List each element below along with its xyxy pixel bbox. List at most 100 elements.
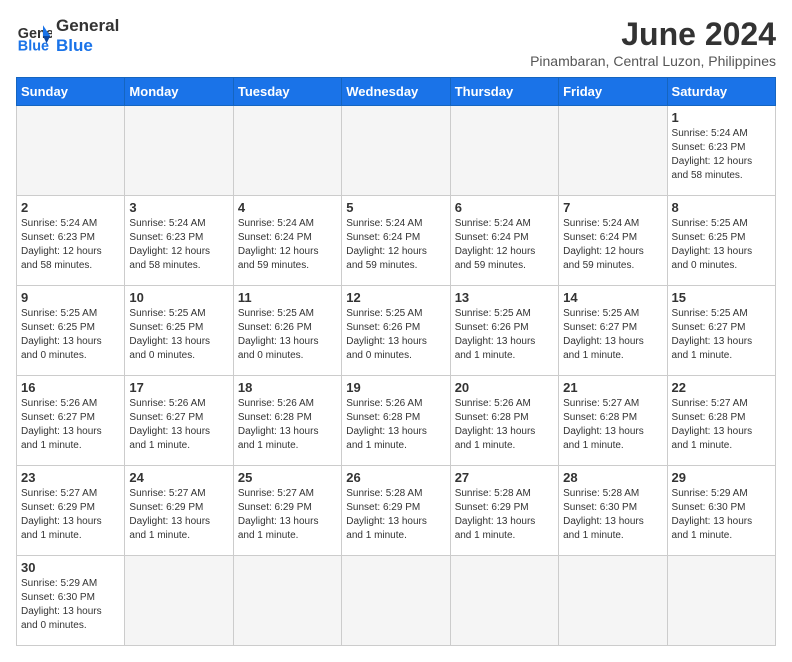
day-info: Sunrise: 5:29 AM Sunset: 6:30 PM Dayligh…	[21, 577, 120, 633]
calendar-day-cell	[559, 556, 667, 646]
day-number: 3	[129, 200, 228, 215]
day-info: Sunrise: 5:24 AM Sunset: 6:24 PM Dayligh…	[455, 217, 554, 273]
day-number: 14	[563, 290, 662, 305]
calendar-day-cell: 5Sunrise: 5:24 AM Sunset: 6:24 PM Daylig…	[342, 196, 450, 286]
calendar-day-cell: 26 Sunrise: 5:28 AM Sunset: 6:29 PM Dayli…	[342, 466, 450, 556]
calendar-day-cell: 18Sunrise: 5:26 AM Sunset: 6:28 PM Dayli…	[233, 376, 341, 466]
day-number: 2	[21, 200, 120, 215]
day-number: 24	[129, 470, 228, 485]
day-info: Sunrise: 5:27 AM Sunset: 6:29 PM Dayligh…	[129, 487, 228, 543]
calendar-week-row: 16 Sunrise: 5:26 AM Sunset: 6:27 PM Dayli…	[17, 376, 776, 466]
calendar-day-cell	[559, 106, 667, 196]
title-area: June 2024 Pinambaran, Central Luzon, Phi…	[530, 16, 776, 69]
calendar-day-cell: 7Sunrise: 5:24 AM Sunset: 6:24 PM Daylig…	[559, 196, 667, 286]
day-number: 17	[129, 380, 228, 395]
calendar-day-cell: 14Sunrise: 5:25 AM Sunset: 6:27 PM Dayli…	[559, 286, 667, 376]
day-info: Sunrise: 5:26 AM Sunset: 6:27 PM Dayligh…	[129, 397, 228, 453]
calendar-day-cell: 2 Sunrise: 5:24 AM Sunset: 6:23 PM Daylig…	[17, 196, 125, 286]
day-info: Sunrise: 5:25 AM Sunset: 6:26 PM Dayligh…	[455, 307, 554, 363]
day-info: Sunrise: 5:24 AM Sunset: 6:23 PM Dayligh…	[672, 127, 771, 183]
calendar-week-row: 23 Sunrise: 5:27 AM Sunset: 6:29 PM Dayli…	[17, 466, 776, 556]
day-number: 5	[346, 200, 445, 215]
calendar-day-cell	[17, 106, 125, 196]
logo-general-text: General	[56, 16, 119, 36]
calendar-day-cell: 30 Sunrise: 5:29 AM Sunset: 6:30 PM Dayli…	[17, 556, 125, 646]
day-number: 7	[563, 200, 662, 215]
logo-blue-text: Blue	[56, 36, 119, 56]
day-number: 12	[346, 290, 445, 305]
day-info: Sunrise: 5:25 AM Sunset: 6:25 PM Dayligh…	[21, 307, 120, 363]
day-number: 6	[455, 200, 554, 215]
day-info: Sunrise: 5:25 AM Sunset: 6:27 PM Dayligh…	[672, 307, 771, 363]
day-info: Sunrise: 5:24 AM Sunset: 6:23 PM Dayligh…	[21, 217, 120, 273]
day-number: 11	[238, 290, 337, 305]
day-info: Sunrise: 5:25 AM Sunset: 6:26 PM Dayligh…	[238, 307, 337, 363]
calendar-day-cell: 25Sunrise: 5:27 AM Sunset: 6:29 PM Dayli…	[233, 466, 341, 556]
calendar-day-cell: 1 Sunrise: 5:24 AM Sunset: 6:23 PM Daylig…	[667, 106, 775, 196]
day-info: Sunrise: 5:26 AM Sunset: 6:27 PM Dayligh…	[21, 397, 120, 453]
day-number: 19	[346, 380, 445, 395]
day-info: Sunrise: 5:28 AM Sunset: 6:29 PM Dayligh…	[455, 487, 554, 543]
day-info: Sunrise: 5:28 AM Sunset: 6:29 PM Dayligh…	[346, 487, 445, 543]
day-info: Sunrise: 5:27 AM Sunset: 6:29 PM Dayligh…	[238, 487, 337, 543]
calendar-day-cell	[233, 106, 341, 196]
header: General Blue General Blue June 2024 Pina…	[16, 16, 776, 69]
calendar-day-cell: 8Sunrise: 5:25 AM Sunset: 6:25 PM Daylig…	[667, 196, 775, 286]
calendar-day-cell: 22 Sunrise: 5:27 AM Sunset: 6:28 PM Dayli…	[667, 376, 775, 466]
calendar-day-cell	[342, 106, 450, 196]
logo: General Blue General Blue	[16, 16, 119, 57]
calendar-day-cell	[450, 106, 558, 196]
weekday-header-friday: Friday	[559, 78, 667, 106]
calendar-day-cell: 20Sunrise: 5:26 AM Sunset: 6:28 PM Dayli…	[450, 376, 558, 466]
calendar-week-row: 9 Sunrise: 5:25 AM Sunset: 6:25 PM Daylig…	[17, 286, 776, 376]
calendar-day-cell	[342, 556, 450, 646]
day-number: 16	[21, 380, 120, 395]
day-number: 26	[346, 470, 445, 485]
calendar-day-cell: 15Sunrise: 5:25 AM Sunset: 6:27 PM Dayli…	[667, 286, 775, 376]
day-info: Sunrise: 5:26 AM Sunset: 6:28 PM Dayligh…	[346, 397, 445, 453]
calendar-day-cell	[233, 556, 341, 646]
day-number: 28	[563, 470, 662, 485]
calendar-day-cell: 6 Sunrise: 5:24 AM Sunset: 6:24 PM Daylig…	[450, 196, 558, 286]
weekday-header-thursday: Thursday	[450, 78, 558, 106]
day-number: 10	[129, 290, 228, 305]
day-number: 1	[672, 110, 771, 125]
day-info: Sunrise: 5:27 AM Sunset: 6:28 PM Dayligh…	[672, 397, 771, 453]
day-info: Sunrise: 5:25 AM Sunset: 6:26 PM Dayligh…	[346, 307, 445, 363]
calendar-day-cell: 10 Sunrise: 5:25 AM Sunset: 6:25 PM Dayli…	[125, 286, 233, 376]
calendar-day-cell: 16 Sunrise: 5:26 AM Sunset: 6:27 PM Dayli…	[17, 376, 125, 466]
day-info: Sunrise: 5:27 AM Sunset: 6:29 PM Dayligh…	[21, 487, 120, 543]
day-number: 23	[21, 470, 120, 485]
day-info: Sunrise: 5:29 AM Sunset: 6:30 PM Dayligh…	[672, 487, 771, 543]
calendar-day-cell: 29Sunrise: 5:29 AM Sunset: 6:30 PM Dayli…	[667, 466, 775, 556]
calendar-day-cell: 3 Sunrise: 5:24 AM Sunset: 6:23 PM Daylig…	[125, 196, 233, 286]
calendar-day-cell: 23 Sunrise: 5:27 AM Sunset: 6:29 PM Dayli…	[17, 466, 125, 556]
calendar-day-cell: 28Sunrise: 5:28 AM Sunset: 6:30 PM Dayli…	[559, 466, 667, 556]
calendar-day-cell	[450, 556, 558, 646]
calendar-subtitle: Pinambaran, Central Luzon, Philippines	[530, 53, 776, 69]
calendar-day-cell: 12 Sunrise: 5:25 AM Sunset: 6:26 PM Dayli…	[342, 286, 450, 376]
calendar-day-cell: 17 Sunrise: 5:26 AM Sunset: 6:27 PM Dayli…	[125, 376, 233, 466]
weekday-header-monday: Monday	[125, 78, 233, 106]
weekday-header-saturday: Saturday	[667, 78, 775, 106]
day-number: 18	[238, 380, 337, 395]
day-number: 4	[238, 200, 337, 215]
weekday-header-tuesday: Tuesday	[233, 78, 341, 106]
day-number: 30	[21, 560, 120, 575]
weekday-header-row: SundayMondayTuesdayWednesdayThursdayFrid…	[17, 78, 776, 106]
day-number: 9	[21, 290, 120, 305]
calendar-day-cell: 4Sunrise: 5:24 AM Sunset: 6:24 PM Daylig…	[233, 196, 341, 286]
svg-text:Blue: Blue	[18, 39, 49, 55]
calendar-table: SundayMondayTuesdayWednesdayThursdayFrid…	[16, 77, 776, 646]
calendar-week-row: 2 Sunrise: 5:24 AM Sunset: 6:23 PM Daylig…	[17, 196, 776, 286]
calendar-day-cell: 13Sunrise: 5:25 AM Sunset: 6:26 PM Dayli…	[450, 286, 558, 376]
day-info: Sunrise: 5:25 AM Sunset: 6:25 PM Dayligh…	[129, 307, 228, 363]
logo-icon: General Blue	[16, 18, 52, 54]
day-number: 22	[672, 380, 771, 395]
day-info: Sunrise: 5:24 AM Sunset: 6:23 PM Dayligh…	[129, 217, 228, 273]
calendar-week-row: 1 Sunrise: 5:24 AM Sunset: 6:23 PM Daylig…	[17, 106, 776, 196]
calendar-day-cell	[667, 556, 775, 646]
calendar-day-cell: 9 Sunrise: 5:25 AM Sunset: 6:25 PM Daylig…	[17, 286, 125, 376]
day-number: 27	[455, 470, 554, 485]
day-number: 21	[563, 380, 662, 395]
